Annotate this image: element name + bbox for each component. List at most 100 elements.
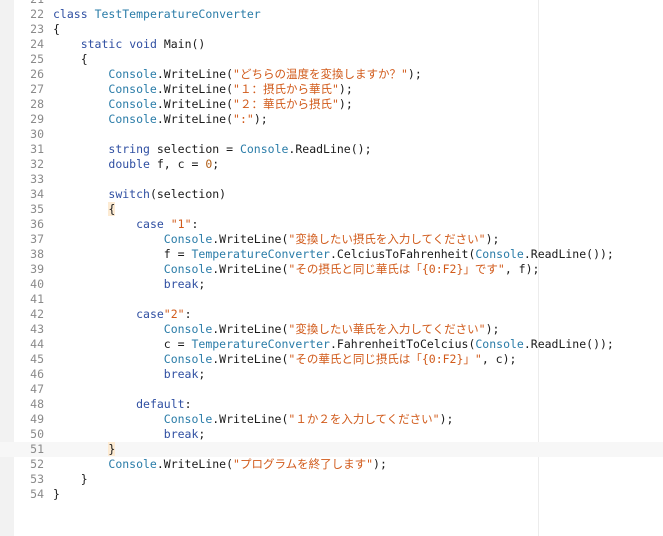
code-line[interactable]: 42 case"2": <box>0 307 663 322</box>
code-line[interactable]: 51 } <box>0 442 663 457</box>
code-line[interactable]: 22 class TestTemperatureConverter <box>0 7 663 22</box>
line-number: 29 <box>30 112 44 126</box>
code-token: case <box>136 307 164 321</box>
code-token: Console <box>163 322 213 336</box>
code-token: Console <box>108 82 157 96</box>
code-line[interactable]: 40 break; <box>0 277 663 292</box>
code-token: break <box>163 427 199 441</box>
code-line[interactable]: 28 Console.WriteLine("２：華氏から摂氏"); <box>0 97 663 112</box>
code-token: break <box>163 367 199 381</box>
code-area[interactable]: 2122 class TestTemperatureConverter 23 {24 … <box>0 0 663 502</box>
code-line[interactable]: 37 Console.WriteLine("変換したい摂氏を入力してください")… <box>0 232 663 247</box>
code-token: ); <box>439 412 454 426</box>
code-token: "変換したい摂氏を入力してください" <box>288 232 486 246</box>
line-number: 22 <box>30 7 44 21</box>
code-line[interactable]: 43 Console.WriteLine("変換したい華氏を入力してください")… <box>0 322 663 337</box>
line-number: 40 <box>30 277 44 291</box>
code-token: switch <box>108 187 150 201</box>
code-token: "１：摂氏から華氏" <box>233 82 339 96</box>
code-token: class <box>53 7 88 21</box>
code-line[interactable]: 34 switch(selection) <box>0 187 663 202</box>
code-line[interactable]: 36 case "1": <box>0 217 663 232</box>
code-line[interactable]: 24 static void Main() <box>0 37 663 52</box>
code-text: } <box>53 472 88 487</box>
code-line[interactable]: 48 default: <box>0 397 663 412</box>
code-line[interactable]: 26 Console.WriteLine("どちらの温度を変換しますか？"); <box>0 67 663 82</box>
code-line[interactable]: 52 Console.WriteLine("プログラムを終了します"); <box>0 457 663 472</box>
code-token: static <box>80 37 123 51</box>
line-number: 41 <box>30 292 44 306</box>
code-token: "2" <box>163 307 185 321</box>
matched-brace: { <box>108 202 116 216</box>
code-line[interactable]: 53 } <box>0 472 663 487</box>
code-line[interactable]: 45 Console.WriteLine("その華氏と同じ摂氏は「{0:F2}」… <box>0 352 663 367</box>
code-token: .WriteLine( <box>212 412 289 426</box>
code-token: break <box>163 277 199 291</box>
code-line[interactable]: 49 Console.WriteLine("１か２を入力してください"); <box>0 412 663 427</box>
code-line[interactable]: 23 { <box>0 22 663 37</box>
code-token: f, c = <box>149 157 206 171</box>
code-token: .ReadLine(); <box>288 142 372 156</box>
code-token: Console <box>163 232 213 246</box>
code-token: ; <box>198 277 206 291</box>
code-line[interactable]: 35 { <box>0 202 663 217</box>
code-editor[interactable]: 2122 class TestTemperatureConverter 23 {24 … <box>0 0 663 536</box>
code-line[interactable]: 47 <box>0 382 663 397</box>
code-text: default: <box>53 397 191 412</box>
code-line[interactable]: 32 double f, c = 0; <box>0 157 663 172</box>
code-token: "変換したい華氏を入力してください" <box>288 322 486 336</box>
code-text: f = TemperatureConverter.CelciusToFahren… <box>53 247 614 262</box>
code-line[interactable]: 38 f = TemperatureConverter.CelciusToFah… <box>0 247 663 262</box>
code-line[interactable]: 46 break; <box>0 367 663 382</box>
line-number: 32 <box>30 157 44 171</box>
code-token: .ReadLine()); <box>523 337 614 351</box>
code-token: .WriteLine( <box>212 352 289 366</box>
code-line[interactable]: 50 break; <box>0 427 663 442</box>
line-number: 46 <box>30 367 44 381</box>
code-token: double <box>108 157 150 171</box>
code-token: .WriteLine( <box>156 112 234 126</box>
code-line[interactable]: 39 Console.WriteLine("その摂氏と同じ華氏は「{0:F2}」… <box>0 262 663 277</box>
code-token: , f); <box>504 262 540 276</box>
code-line[interactable]: 29 Console.WriteLine(":"); <box>0 112 663 127</box>
code-line[interactable]: 30 <box>0 127 663 142</box>
code-token: ); <box>407 67 422 81</box>
code-token: } <box>53 472 88 486</box>
code-line[interactable]: 31 string selection = Console.ReadLine()… <box>0 142 663 157</box>
code-line[interactable]: 25 { <box>0 52 663 67</box>
code-line[interactable]: 41 <box>0 292 663 307</box>
code-text: static void Main() <box>53 37 206 52</box>
line-number: 44 <box>30 337 44 351</box>
code-token: ); <box>485 232 500 246</box>
code-token: , c); <box>481 352 517 366</box>
code-text: Console.WriteLine("その華氏と同じ摂氏は「{0:F2}」", … <box>53 352 517 367</box>
line-number: 36 <box>30 217 44 231</box>
code-token: ); <box>373 457 387 471</box>
code-text: { <box>53 202 116 217</box>
code-token: { <box>53 52 88 66</box>
code-token: f = <box>53 247 192 261</box>
code-token: .WriteLine( <box>156 82 234 96</box>
code-token: ; <box>198 367 206 381</box>
code-token: "どちらの温度を変換しますか？" <box>233 67 408 81</box>
code-token: ); <box>253 112 268 126</box>
code-line[interactable]: 44 c = TemperatureConverter.FahrenheitTo… <box>0 337 663 352</box>
code-line[interactable]: 54} <box>0 487 663 502</box>
code-token: string <box>108 142 150 156</box>
code-text: Console.WriteLine("変換したい華氏を入力してください"); <box>53 322 500 337</box>
code-line[interactable]: 21 <box>0 0 663 7</box>
code-text: string selection = Console.ReadLine(); <box>53 142 372 157</box>
code-line[interactable]: 27 Console.WriteLine("１：摂氏から華氏"); <box>0 82 663 97</box>
code-token: "その摂氏と同じ華氏は「{0:F2}」です" <box>288 262 505 276</box>
code-line[interactable]: 33 <box>0 172 663 187</box>
line-number: 26 <box>30 67 44 81</box>
code-token: ); <box>485 322 500 336</box>
code-token: Console <box>108 97 157 111</box>
